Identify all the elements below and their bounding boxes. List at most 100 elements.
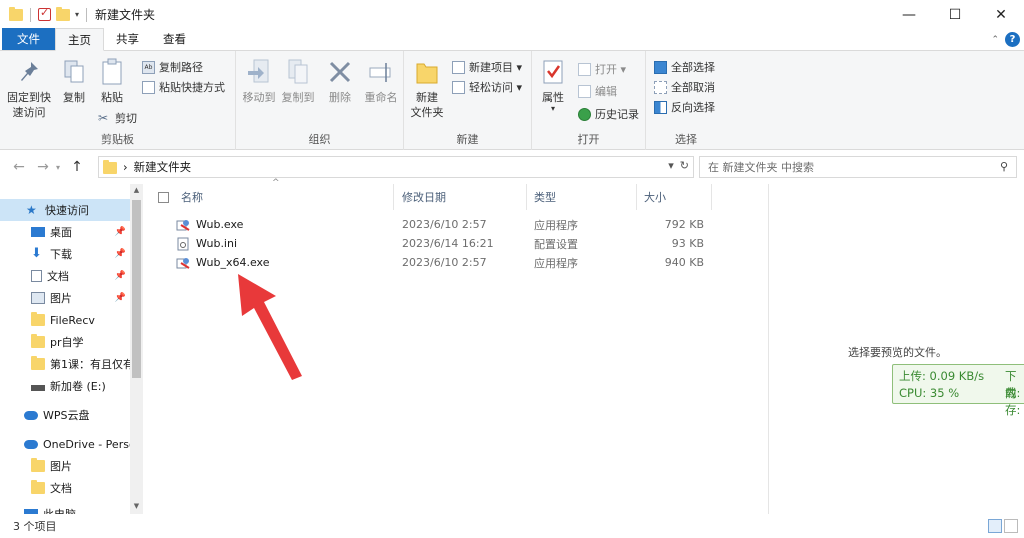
file-date: 2023/6/14 16:21 — [402, 237, 494, 250]
sidebar-item-label: OneDrive - Personal — [43, 437, 130, 451]
tab-share[interactable]: 共享 — [104, 28, 151, 50]
file-row[interactable]: Wub.ini 2023/6/14 16:21 配置设置 93 KB — [176, 234, 716, 253]
pin-to-quick-access-button[interactable]: 固定到快 速访问 — [6, 57, 52, 120]
sidebar-item-drive-e[interactable]: 新加卷 (E:) — [0, 375, 130, 397]
copy-to-button[interactable]: 复制到 — [279, 57, 317, 105]
file-date: 2023/6/10 2:57 — [402, 256, 487, 269]
open-button[interactable]: 打开 ▾ — [578, 61, 626, 77]
sidebar-item-pr[interactable]: pr自学 — [0, 331, 130, 353]
sidebar-item-documents[interactable]: 文档 📌 — [0, 265, 130, 287]
delete-button[interactable]: 删除 — [326, 57, 354, 105]
invert-selection-button[interactable]: 反向选择 — [654, 99, 715, 115]
file-name[interactable]: Wub.ini — [196, 237, 237, 250]
details-view-icon[interactable] — [988, 519, 1002, 533]
file-name[interactable]: Wub.exe — [196, 218, 243, 231]
navigation-pane-scrollbar[interactable]: ▲ ▼ — [130, 184, 143, 514]
tab-home[interactable]: 主页 — [55, 28, 104, 51]
breadcrumb-separator[interactable]: › — [123, 160, 128, 174]
edit-button[interactable]: 编辑 — [578, 83, 617, 99]
forward-button[interactable]: → — [34, 159, 52, 175]
pin-label-line1: 固定到快 — [7, 91, 51, 104]
close-button[interactable]: ✕ — [978, 0, 1024, 29]
sidebar-item-downloads[interactable]: ⬇ 下载 📌 — [0, 243, 130, 265]
new-folder-icon[interactable] — [56, 6, 70, 21]
sidebar-item-onedrive-pictures[interactable]: 图片 — [0, 455, 130, 477]
copy-path-button[interactable]: Ab 复制路径 — [142, 59, 203, 75]
properties-icon[interactable] — [38, 6, 51, 21]
edit-icon — [578, 84, 591, 98]
column-header-size[interactable]: 大小 — [637, 184, 712, 210]
maximize-button[interactable]: ☐ — [932, 0, 978, 29]
window-title: 新建文件夹 — [95, 8, 156, 22]
recent-locations-button[interactable]: ▾ — [52, 163, 64, 172]
sidebar-item-filerecv[interactable]: FileRecv — [0, 309, 130, 331]
sidebar-item-label: WPS云盘 — [43, 409, 90, 422]
large-icons-view-icon[interactable] — [1004, 519, 1018, 533]
column-header-name-label: 名称 — [181, 191, 203, 204]
paste-button[interactable]: 粘贴 — [98, 57, 126, 105]
search-icon: ⚲ — [999, 160, 1008, 173]
organize-group: 移动到 复制到 删除 重命名 组织 — [236, 51, 404, 150]
new-item-button[interactable]: 新建项目 ▾ — [452, 59, 522, 75]
breadcrumb-current[interactable]: 新建文件夹 — [134, 159, 192, 175]
back-button[interactable]: ← — [10, 159, 28, 175]
tab-view[interactable]: 查看 — [151, 28, 198, 50]
select-none-button[interactable]: 全部取消 — [654, 79, 715, 95]
sidebar-item-label: 第1课：有且仅有 — [50, 358, 130, 371]
move-to-button[interactable]: 移动到 — [240, 57, 278, 105]
help-icon[interactable]: ? — [1005, 32, 1020, 47]
sidebar-item-lesson1[interactable]: 第1课：有且仅有 — [0, 353, 130, 375]
rename-button[interactable]: 重命名 — [362, 57, 400, 105]
select-all-checkbox[interactable] — [158, 191, 169, 203]
preview-pane-divider[interactable] — [768, 184, 769, 514]
scrollbar-thumb[interactable] — [132, 200, 141, 378]
easy-access-label: 轻松访问 ▾ — [469, 81, 523, 94]
history-button[interactable]: 历史记录 — [578, 106, 639, 122]
up-button[interactable]: ↑ — [68, 159, 86, 175]
sidebar-item-wps-cloud[interactable]: WPS云盘 — [0, 404, 130, 426]
sidebar-item-pictures[interactable]: 图片 📌 — [0, 287, 130, 309]
paste-shortcut-button[interactable]: 粘贴快捷方式 — [142, 79, 225, 95]
select-all-button[interactable]: 全部选择 — [654, 59, 715, 75]
pin-icon — [16, 57, 42, 87]
column-header-date[interactable]: 修改日期 — [394, 184, 527, 210]
sidebar-item-onedrive[interactable]: OneDrive - Personal — [0, 433, 130, 455]
cut-button[interactable]: ✂ 剪切 — [98, 110, 137, 126]
copy-button[interactable]: 复制 — [60, 57, 88, 105]
divider — [86, 7, 88, 22]
customize-toolbar-icon[interactable]: ▾ — [75, 10, 79, 19]
refresh-button[interactable]: ↻ — [680, 159, 689, 172]
easy-access-button[interactable]: 轻松访问 ▾ — [452, 79, 522, 95]
scroll-down-icon[interactable]: ▼ — [130, 502, 143, 510]
file-name[interactable]: Wub_x64.exe — [196, 256, 269, 269]
column-header-type[interactable]: 类型 — [527, 184, 637, 210]
open-group: 属性 ▾ 打开 ▾ 编辑 历史记录 打开 — [532, 51, 646, 150]
properties-button[interactable]: 属性 ▾ — [538, 57, 568, 113]
address-dropdown-icon[interactable]: ▾ — [668, 159, 674, 172]
memory-usage: 内存: — [1005, 386, 1021, 417]
column-header-name[interactable]: 名称 — [152, 184, 394, 210]
red-arrow-annotation — [238, 274, 302, 380]
address-bar[interactable]: › 新建文件夹 ▾ ↻ — [98, 156, 694, 178]
pin-icon: 📌 — [114, 271, 126, 281]
sidebar-item-onedrive-documents[interactable]: 文档 — [0, 477, 130, 499]
ribbon-help-area: ⌃ ? — [991, 32, 1020, 47]
file-row[interactable]: Wub.exe 2023/6/10 2:57 应用程序 792 KB — [176, 215, 716, 234]
tab-file[interactable]: 文件 — [2, 28, 55, 50]
scroll-up-icon[interactable]: ▲ — [130, 186, 143, 194]
search-input[interactable]: 在 新建文件夹 中搜索 ⚲ — [699, 156, 1017, 178]
new-item-icon — [452, 60, 465, 74]
new-folder-label-line1: 新建 — [416, 91, 438, 104]
sidebar-item-desktop[interactable]: 桌面 📌 — [0, 221, 130, 243]
move-to-label: 移动到 — [242, 91, 276, 104]
sidebar-item-quick-access[interactable]: ★ 快速访问 — [0, 199, 130, 221]
minimize-button[interactable]: — — [886, 0, 932, 29]
divider — [30, 7, 31, 22]
sidebar-item-label: 下载 — [50, 248, 72, 261]
select-all-label: 全部选择 — [671, 61, 715, 74]
chevron-up-icon[interactable]: ⌃ — [991, 35, 999, 45]
new-folder-button[interactable]: 新建 文件夹 — [410, 57, 444, 120]
cpu-usage: CPU: 35 % — [899, 386, 960, 400]
sidebar-item-this-pc[interactable]: 此电脑 — [0, 503, 130, 514]
file-size: 940 KB — [664, 256, 704, 269]
